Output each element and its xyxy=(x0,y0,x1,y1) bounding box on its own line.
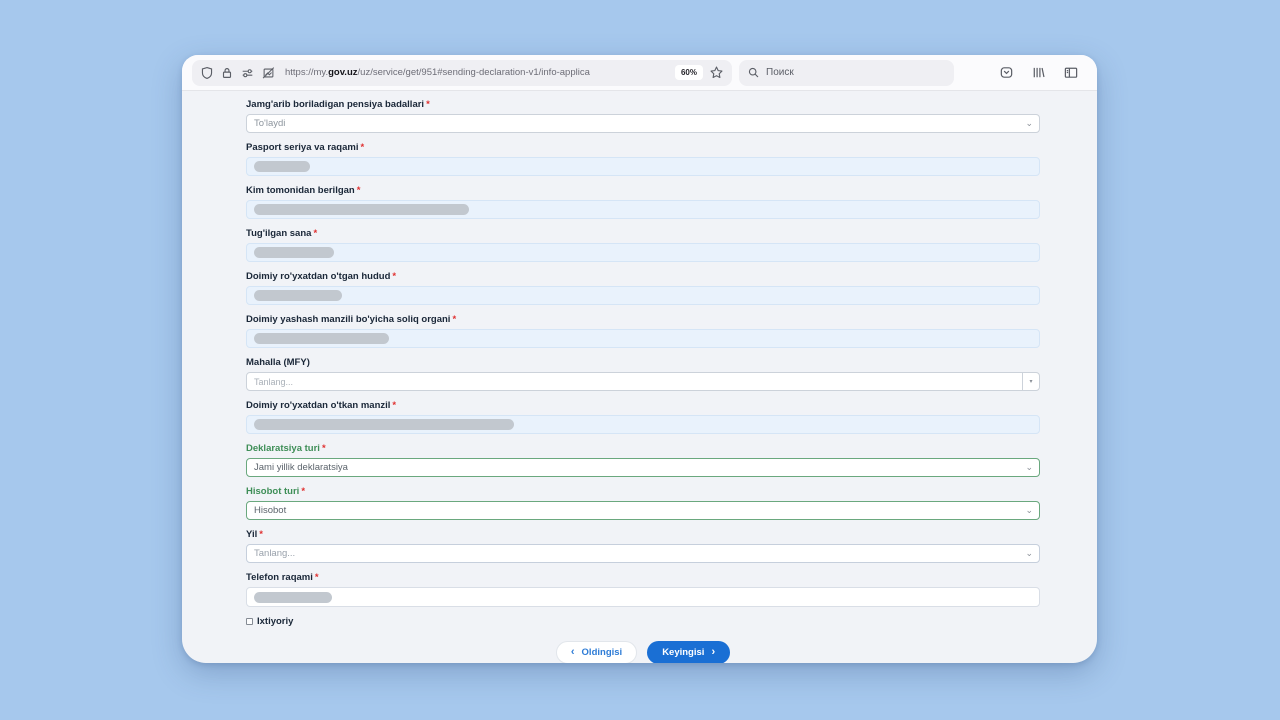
search-bar[interactable]: Поиск xyxy=(739,60,954,86)
pocket-icon[interactable] xyxy=(999,65,1014,80)
field-mahalla: Mahalla (MFY) Tanlang... ▾ xyxy=(246,357,1040,391)
zoom-level-badge[interactable]: 60% xyxy=(675,65,703,80)
required-asterisk: * xyxy=(301,486,305,497)
required-asterisk: * xyxy=(452,314,456,325)
issued-by-input xyxy=(246,200,1040,219)
required-asterisk: * xyxy=(357,185,361,196)
field-label: Doimiy yashash manzili bo'yicha soliq or… xyxy=(246,314,1040,325)
optional-checkbox-row: Ixtiyoriy xyxy=(246,616,1040,627)
next-button-label: Keyingisi xyxy=(662,647,704,658)
dropdown-arrow-icon[interactable]: ▾ xyxy=(1022,373,1039,390)
redacted-value xyxy=(254,290,342,301)
previous-button[interactable]: ‹ Oldingisi xyxy=(556,641,637,663)
chevron-down-icon: ⌄ xyxy=(1025,549,1033,558)
field-label: Mahalla (MFY) xyxy=(246,357,1040,368)
phone-input[interactable] xyxy=(246,587,1040,607)
library-icon[interactable] xyxy=(1031,65,1046,80)
field-label: Telefon raqami* xyxy=(246,572,1040,583)
field-phone: Telefon raqami* xyxy=(246,572,1040,607)
redacted-value xyxy=(254,419,514,430)
url-bar[interactable]: https://my.gov.uz/uz/service/get/951#sen… xyxy=(192,60,732,86)
redacted-value xyxy=(254,161,310,172)
registered-region-input xyxy=(246,286,1040,305)
search-icon xyxy=(747,66,760,79)
selected-value: Hisobot xyxy=(254,505,286,516)
field-label: Doimiy ro'yxatdan o'tkan manzil* xyxy=(246,400,1040,411)
redacted-value xyxy=(254,204,469,215)
field-declaration-type: Deklaratsiya turi* Jami yillik deklarats… xyxy=(246,443,1040,477)
required-asterisk: * xyxy=(426,99,430,110)
field-registered-region: Doimiy ro'yxatdan o'tgan hudud* xyxy=(246,271,1040,305)
field-label: Hisobot turi* xyxy=(246,486,1040,497)
field-year: Yil* Tanlang... ⌄ xyxy=(246,529,1040,563)
optional-checkbox-label: Ixtiyoriy xyxy=(257,616,293,627)
lock-icon[interactable] xyxy=(220,66,234,80)
field-label: Pasport seriya va raqami* xyxy=(246,142,1040,153)
field-tax-authority: Doimiy yashash manzili bo'yicha soliq or… xyxy=(246,314,1040,348)
field-label: Tug'ilgan sana* xyxy=(246,228,1040,239)
required-asterisk: * xyxy=(392,400,396,411)
chevron-right-icon: › xyxy=(711,647,715,658)
field-report-type: Hisobot turi* Hisobot ⌄ xyxy=(246,486,1040,520)
required-asterisk: * xyxy=(313,228,317,239)
year-select[interactable]: Tanlang... ⌄ xyxy=(246,544,1040,563)
sidebar-icon[interactable] xyxy=(1063,65,1079,80)
previous-button-label: Oldingisi xyxy=(582,647,623,658)
redacted-value xyxy=(254,247,334,258)
chevron-down-icon: ⌄ xyxy=(1025,119,1033,128)
tax-authority-input xyxy=(246,329,1040,348)
field-passport: Pasport seriya va raqami* xyxy=(246,142,1040,176)
browser-toolbar: https://my.gov.uz/uz/service/get/951#sen… xyxy=(182,55,1097,91)
optional-checkbox[interactable] xyxy=(246,618,253,625)
bookmark-star-icon[interactable] xyxy=(709,65,724,80)
required-asterisk: * xyxy=(360,142,364,153)
search-placeholder: Поиск xyxy=(766,67,794,78)
url-fade xyxy=(653,67,671,78)
redacted-value xyxy=(254,333,389,344)
chevron-down-icon: ⌄ xyxy=(1025,506,1033,515)
mahalla-select[interactable]: Tanlang... ▾ xyxy=(246,372,1040,391)
field-label: Deklaratsiya turi* xyxy=(246,443,1040,454)
url-text[interactable]: https://my.gov.uz/uz/service/get/951#sen… xyxy=(285,67,671,78)
field-registered-address: Doimiy ro'yxatdan o'tkan manzil* xyxy=(246,400,1040,434)
placeholder-text: Tanlang... xyxy=(254,377,293,387)
passport-input xyxy=(246,157,1040,176)
browser-window: https://my.gov.uz/uz/service/get/951#sen… xyxy=(182,55,1097,663)
permissions-icon[interactable] xyxy=(240,66,255,80)
selected-value: Jami yillik deklaratsiya xyxy=(254,462,348,473)
required-asterisk: * xyxy=(259,529,263,540)
required-asterisk: * xyxy=(315,572,319,583)
form-navigation: ‹ Oldingisi Keyingisi › xyxy=(246,641,1040,663)
birth-date-input xyxy=(246,243,1040,262)
chevron-down-icon: ⌄ xyxy=(1025,463,1033,472)
field-birth-date: Tug'ilgan sana* xyxy=(246,228,1040,262)
shield-icon[interactable] xyxy=(200,66,214,80)
blocked-media-icon[interactable] xyxy=(261,66,276,80)
url-prefix: https://my. xyxy=(285,67,328,78)
pension-payments-select[interactable]: To'laydi ⌄ xyxy=(246,114,1040,133)
field-issued-by: Kim tomonidan berilgan* xyxy=(246,185,1040,219)
next-button[interactable]: Keyingisi › xyxy=(647,641,730,663)
declaration-type-select[interactable]: Jami yillik deklaratsiya ⌄ xyxy=(246,458,1040,477)
required-asterisk: * xyxy=(322,443,326,454)
field-pension-payments: Jamg'arib boriladigan pensiya badallari*… xyxy=(246,99,1040,133)
chevron-left-icon: ‹ xyxy=(571,647,575,658)
url-domain: gov.uz xyxy=(328,67,357,78)
field-label: Kim tomonidan berilgan* xyxy=(246,185,1040,196)
field-label: Doimiy ro'yxatdan o'tgan hudud* xyxy=(246,271,1040,282)
field-label: Yil* xyxy=(246,529,1040,540)
registered-address-input xyxy=(246,415,1040,434)
page-content: Jamg'arib boriladigan pensiya badallari*… xyxy=(182,91,1097,663)
redacted-value xyxy=(254,592,332,603)
report-type-select[interactable]: Hisobot ⌄ xyxy=(246,501,1040,520)
field-label: Jamg'arib boriladigan pensiya badallari* xyxy=(246,99,1040,110)
url-path: /uz/service/get/951#sending-declaration-… xyxy=(358,67,590,78)
placeholder-text: Tanlang... xyxy=(254,548,295,559)
required-asterisk: * xyxy=(392,271,396,282)
selected-value: To'laydi xyxy=(254,118,285,129)
